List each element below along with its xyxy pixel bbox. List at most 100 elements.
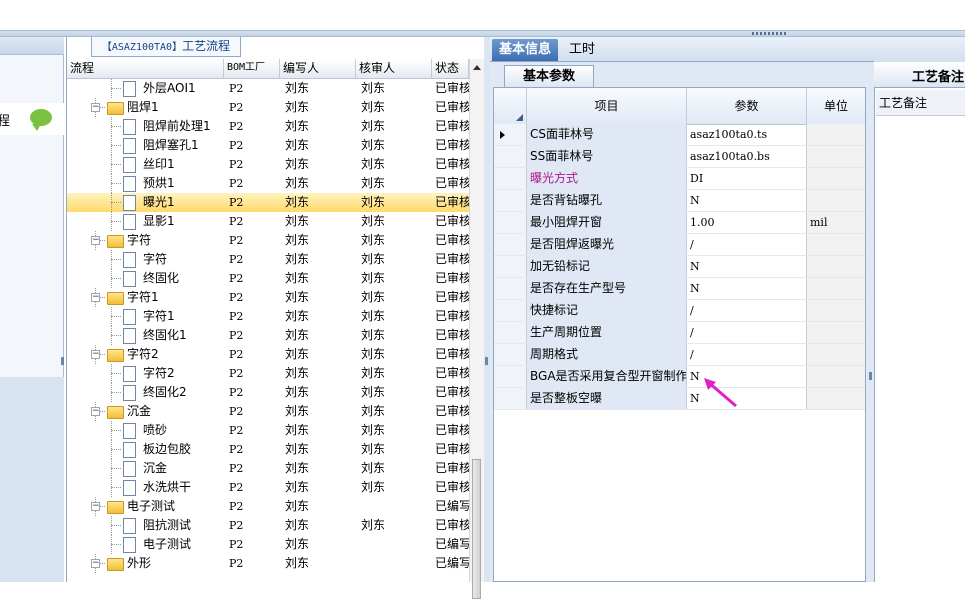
collapse-toggle-icon[interactable]: − (91, 502, 100, 511)
column-header-status[interactable]: 状态 (432, 59, 469, 78)
scroll-thumb[interactable] (472, 459, 481, 599)
tree-row[interactable]: 阻抗测试 P2 刘东 刘东 已审核 (67, 516, 469, 535)
params-cell-value[interactable]: asaz100ta0.bs (687, 146, 807, 167)
params-row[interactable]: 是否阻焊返曝光 / (494, 234, 865, 256)
tree-row[interactable]: 终固化2 P2 刘东 刘东 已审核 (67, 383, 469, 402)
column-header-item[interactable]: 项目 (527, 88, 687, 124)
row-selector[interactable] (494, 344, 527, 365)
collapse-toggle-icon[interactable]: − (91, 407, 100, 416)
tree-row[interactable]: − 外形 P2 刘东 已编写 (67, 554, 469, 573)
row-selector[interactable] (494, 322, 527, 343)
params-row[interactable]: SS面菲林号 asaz100ta0.bs (494, 146, 865, 168)
tree-row[interactable]: 阻焊前处理1 P2 刘东 刘东 已审核 (67, 117, 469, 136)
tree-cell-bom: P2 (229, 253, 244, 266)
tree-row[interactable]: − 沉金 P2 刘东 刘东 已审核 (67, 402, 469, 421)
collapse-grip-icon[interactable] (61, 357, 64, 365)
tree-row[interactable]: 字符2 P2 刘东 刘东 已审核 (67, 364, 469, 383)
tab-work-hours[interactable]: 工时 (562, 39, 602, 61)
tree-row[interactable]: 板边包胶 P2 刘东 刘东 已审核 (67, 440, 469, 459)
params-cell-value[interactable]: DI (687, 168, 807, 189)
collapse-grip-icon[interactable] (869, 372, 872, 380)
row-selector[interactable] (494, 388, 527, 409)
params-cell-value[interactable]: N (687, 256, 807, 277)
tree-cell-writer: 刘东 (285, 499, 310, 513)
collapse-toggle-icon[interactable]: − (91, 350, 100, 359)
scroll-up-icon[interactable] (473, 65, 481, 70)
params-cell-value[interactable]: / (687, 344, 807, 365)
params-row[interactable]: 加无铅标记 N (494, 256, 865, 278)
tree-row[interactable]: 字符1 P2 刘东 刘东 已审核 (67, 307, 469, 326)
tab-process-notes[interactable]: 工艺备注 (874, 62, 965, 88)
params-row[interactable]: BGA是否采用复合型开窗制作 N (494, 366, 865, 388)
params-cell-value[interactable]: / (687, 322, 807, 343)
column-header-unit[interactable]: 单位 (807, 88, 865, 124)
row-selector[interactable] (494, 168, 527, 189)
tree-row[interactable]: 曝光1 P2 刘东 刘东 已审核 (67, 193, 469, 212)
params-cell-value[interactable]: asaz100ta0.ts (687, 124, 807, 145)
row-selector[interactable] (494, 278, 527, 299)
collapse-grip-icon[interactable] (485, 357, 488, 365)
tree-row[interactable]: 丝印1 P2 刘东 刘东 已审核 (67, 155, 469, 174)
tree-cell-reviewer: 刘东 (361, 366, 386, 380)
tab-basic-info[interactable]: 基本信息 (492, 39, 559, 61)
grid-corner[interactable] (494, 88, 527, 124)
tree-row[interactable]: 喷砂 P2 刘东 刘东 已审核 (67, 421, 469, 440)
collapse-toggle-icon[interactable]: − (91, 559, 100, 568)
tree-row[interactable]: 水洗烘干 P2 刘东 刘东 已审核 (67, 478, 469, 497)
params-row[interactable]: 是否整板空曝 N (494, 388, 865, 410)
chat-bubble-icon[interactable] (30, 109, 52, 131)
tree-cell-writer: 刘东 (285, 518, 310, 532)
column-header-reviewer[interactable]: 核审人 (356, 59, 432, 78)
params-row[interactable]: 是否存在生产型号 N (494, 278, 865, 300)
collapse-toggle-icon[interactable]: − (91, 293, 100, 302)
tree-row[interactable]: − 字符1 P2 刘东 刘东 已审核 (67, 288, 469, 307)
tree-row[interactable]: − 电子测试 P2 刘东 已编写 (67, 497, 469, 516)
column-header-bom[interactable]: BOM工厂 (224, 59, 280, 78)
tree-row[interactable]: − 字符2 P2 刘东 刘东 已审核 (67, 345, 469, 364)
row-selector[interactable] (494, 366, 527, 387)
tree-row[interactable]: 预烘1 P2 刘东 刘东 已审核 (67, 174, 469, 193)
tree-row[interactable]: 终固化1 P2 刘东 刘东 已审核 (67, 326, 469, 345)
row-selector[interactable] (494, 256, 527, 277)
collapse-toggle-icon[interactable]: − (91, 103, 100, 112)
tree-row[interactable]: − 阻焊1 P2 刘东 刘东 已审核 (67, 98, 469, 117)
tree-row[interactable]: 字符 P2 刘东 刘东 已审核 (67, 250, 469, 269)
tab-basic-params[interactable]: 基本参数 (504, 65, 594, 87)
params-cell-value[interactable]: N (687, 190, 807, 211)
process-flow-tab[interactable]: 【ASAZ100TA0】工艺流程 (91, 37, 241, 57)
params-row[interactable]: 周期格式 / (494, 344, 865, 366)
left-strip-item[interactable]: 程 (0, 103, 64, 135)
splitter-grip[interactable] (752, 32, 788, 35)
tree-row[interactable]: − 字符 P2 刘东 刘东 已审核 (67, 231, 469, 250)
column-header-flow[interactable]: 流程 (67, 59, 224, 78)
tree-row[interactable]: 终固化 P2 刘东 刘东 已审核 (67, 269, 469, 288)
column-header-param[interactable]: 参数 (687, 88, 807, 124)
tree-cell-writer: 刘东 (285, 81, 310, 95)
params-row[interactable]: 快捷标记 / (494, 300, 865, 322)
params-row[interactable]: 最小阻焊开窗 1.00 mil (494, 212, 865, 234)
row-selector[interactable] (494, 190, 527, 211)
column-header-writer[interactable]: 编写人 (280, 59, 356, 78)
params-row[interactable]: 生产周期位置 / (494, 322, 865, 344)
params-cell-value[interactable]: / (687, 234, 807, 255)
params-cell-unit (807, 256, 865, 277)
tree-row[interactable]: 显影1 P2 刘东 刘东 已审核 (67, 212, 469, 231)
tree-row[interactable]: 外层AOI1 P2 刘东 刘东 已审核 (67, 79, 469, 98)
params-row[interactable]: 是否背钻曝孔 N (494, 190, 865, 212)
tree-row[interactable]: 阻焊塞孔1 P2 刘东 刘东 已审核 (67, 136, 469, 155)
params-row[interactable]: 曝光方式 DI (494, 168, 865, 190)
params-cell-value[interactable]: / (687, 300, 807, 321)
horizontal-splitter[interactable] (0, 30, 965, 37)
collapse-toggle-icon[interactable]: − (91, 236, 100, 245)
row-selector[interactable] (494, 300, 527, 321)
params-cell-value[interactable]: 1.00 (687, 212, 807, 233)
row-selector[interactable] (494, 234, 527, 255)
params-row[interactable]: CS面菲林号 asaz100ta0.ts (494, 124, 865, 146)
row-selector[interactable] (494, 212, 527, 233)
row-selector[interactable] (494, 146, 527, 167)
params-cell-value[interactable]: N (687, 278, 807, 299)
tree-row[interactable]: 电子测试 P2 刘东 已编写 (67, 535, 469, 554)
tree-row[interactable]: 沉金 P2 刘东 刘东 已审核 (67, 459, 469, 478)
row-selector[interactable] (494, 124, 527, 145)
tree-vertical-scrollbar[interactable] (469, 59, 484, 599)
